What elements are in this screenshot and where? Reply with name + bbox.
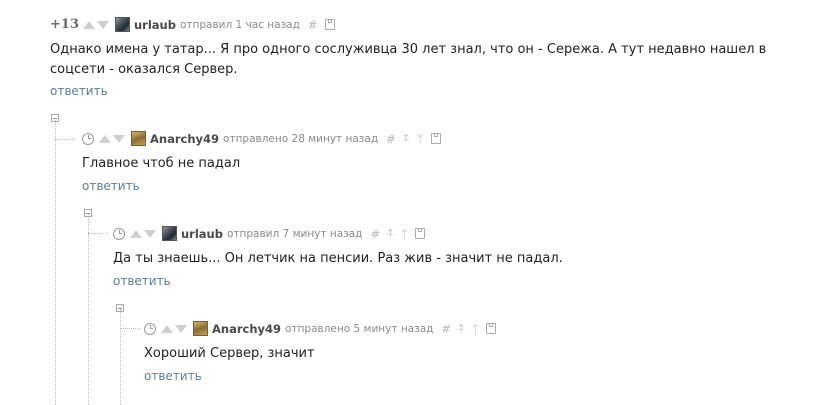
comment-text: Главное чтоб не падал: [82, 156, 241, 171]
save-icon[interactable]: [414, 228, 425, 239]
avatar[interactable]: [193, 321, 208, 336]
collapse-toggle-icon[interactable]: [51, 114, 59, 122]
clock-icon: [113, 227, 125, 240]
username-link[interactable]: urlaub: [134, 18, 176, 32]
reply-link[interactable]: ответить: [113, 274, 171, 288]
reply-link[interactable]: ответить: [82, 179, 140, 193]
timestamp: отправил 7 минут назад: [226, 227, 363, 240]
username-link[interactable]: urlaub: [181, 227, 223, 241]
parent-link-icon[interactable]: ⍏: [403, 131, 410, 146]
thread-line: [88, 214, 89, 405]
downvote-icon[interactable]: [144, 229, 156, 238]
clock-icon: [82, 132, 94, 145]
upvote-icon[interactable]: [99, 134, 111, 143]
timestamp: отправил 1 час назад: [179, 18, 300, 31]
hash-link-icon[interactable]: #: [308, 18, 318, 32]
upvote-icon[interactable]: [161, 324, 173, 333]
downvote-icon[interactable]: [113, 134, 125, 143]
hash-link-icon[interactable]: #: [441, 322, 451, 336]
parent-link-icon[interactable]: ⍏: [458, 321, 465, 336]
comment-header: +13 urlaub отправил 1 час назад #: [50, 17, 335, 32]
clock-icon: [144, 322, 156, 335]
branch-icon[interactable]: ᛘ: [417, 132, 424, 146]
reply-link[interactable]: ответить: [144, 369, 202, 383]
avatar[interactable]: [162, 226, 177, 241]
comment-text: Хороший Сервер, значит: [144, 346, 315, 361]
save-icon[interactable]: [485, 323, 496, 334]
reply-link[interactable]: ответить: [50, 84, 108, 98]
collapse-toggle-icon[interactable]: [116, 304, 124, 312]
comment-text: Однако имена у татар... Я про одного сос…: [50, 42, 767, 77]
parent-link-icon[interactable]: ⍏: [387, 226, 394, 241]
branch-icon[interactable]: ᛘ: [472, 322, 479, 336]
upvote-icon[interactable]: [82, 20, 95, 29]
downvote-icon[interactable]: [175, 324, 187, 333]
comment-header: Anarchy49 отправлено 5 минут назад # ⍏ ᛘ: [144, 321, 496, 336]
comment-text: Да ты знаешь... Он летчик на пенсии. Раз…: [113, 251, 563, 266]
comment-header: urlaub отправил 7 минут назад # ⍏ ᛘ: [113, 226, 425, 241]
rating-value: +13: [50, 17, 79, 32]
timestamp: отправлено 28 минут назад: [223, 132, 379, 145]
thread-line: [55, 120, 56, 405]
thread-line: [120, 328, 140, 329]
upvote-icon[interactable]: [130, 229, 142, 238]
collapse-toggle-icon[interactable]: [84, 209, 92, 217]
branch-icon[interactable]: ᛘ: [401, 227, 408, 241]
downvote-icon[interactable]: [96, 20, 109, 29]
username-link[interactable]: Anarchy49: [150, 132, 219, 146]
comment-header: Anarchy49 отправлено 28 минут назад # ⍏ …: [82, 131, 441, 146]
save-icon[interactable]: [324, 19, 335, 30]
thread-line: [120, 309, 121, 405]
avatar[interactable]: [114, 17, 130, 32]
thread-line: [55, 139, 75, 140]
save-icon[interactable]: [430, 133, 441, 144]
hash-link-icon[interactable]: #: [386, 132, 396, 146]
thread-line: [88, 233, 108, 234]
timestamp: отправлено 5 минут назад: [285, 322, 434, 335]
avatar[interactable]: [131, 131, 146, 146]
hash-link-icon[interactable]: #: [370, 227, 380, 241]
username-link[interactable]: Anarchy49: [212, 322, 281, 336]
